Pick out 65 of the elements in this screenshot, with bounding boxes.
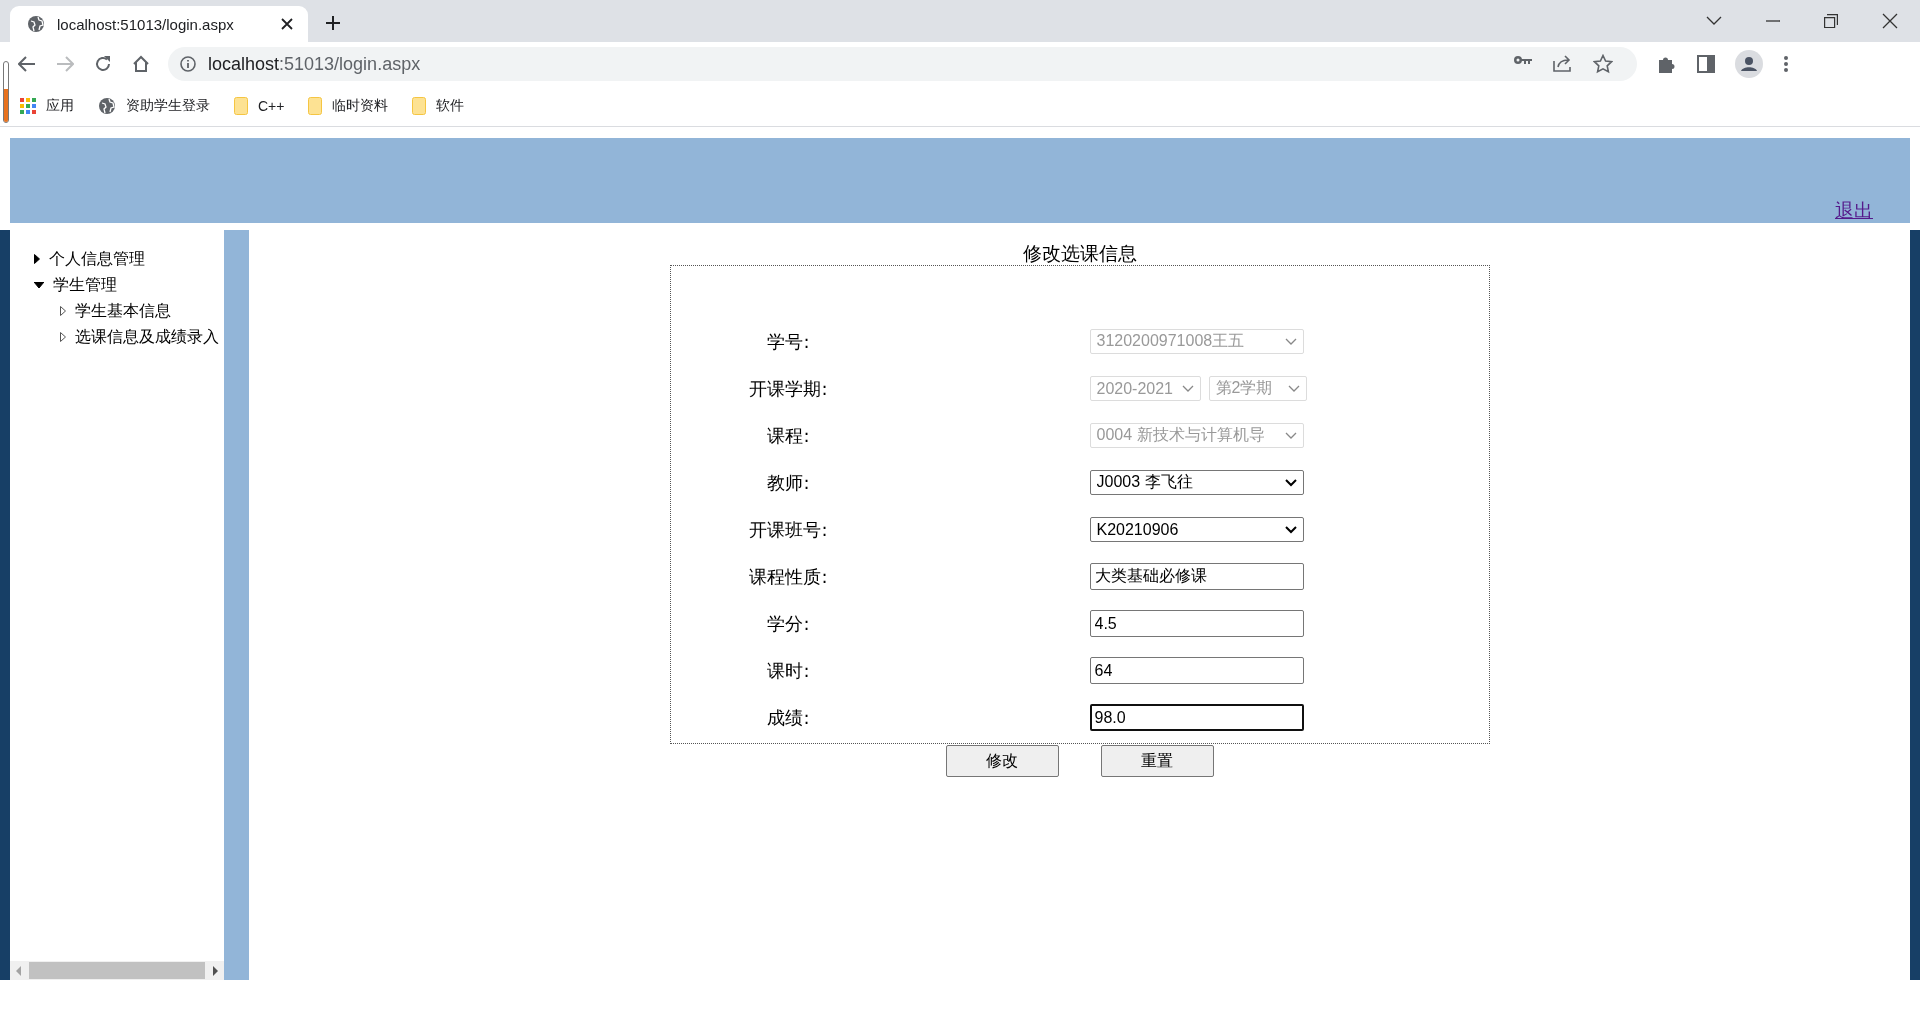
close-icon[interactable] [280,17,294,31]
key-icon[interactable] [1513,54,1533,66]
form-button[interactable]: 重置 [1100,745,1214,777]
reload-icon[interactable] [94,55,112,73]
dropdown[interactable]: J0003 李飞往 [1089,470,1304,495]
scroll-right-icon[interactable] [213,965,218,976]
text-field[interactable]: 64 [1089,657,1304,684]
horizontal-scrollbar[interactable] [10,961,224,980]
caret-icon [1284,431,1297,440]
field-label: 课程: [766,423,811,448]
side-panel-icon[interactable] [1697,55,1715,73]
field-label: 成绩: [766,705,811,730]
folder-icon [412,97,427,115]
scroll-handle-icon [3,61,9,123]
star-icon[interactable] [1593,54,1613,74]
field-label: 开课学期: [748,376,829,401]
chevron-down-icon[interactable] [1706,16,1722,26]
caret-icon [1181,384,1194,393]
plus-icon[interactable] [324,14,342,32]
bookmark[interactable]: 应用 [18,92,76,120]
folder-icon [234,97,248,115]
collapsed-triangle-icon[interactable] [34,254,40,264]
caret-icon [1284,337,1297,346]
expanded-triangle-icon[interactable] [34,282,44,288]
text-field[interactable]: 4.5 [1089,610,1304,637]
text-field[interactable]: 98.0 [1089,704,1304,731]
tree-item[interactable]: 个人信息管理 [49,248,145,270]
field-label: 教师: [766,470,811,495]
dropdown[interactable]: K20210906 [1089,517,1304,542]
bookmark[interactable]: 软件 [410,92,467,120]
globe-icon [27,15,45,33]
share-icon[interactable] [1553,54,1573,72]
caret-icon [1284,478,1297,487]
back-arrow-icon[interactable] [18,56,36,72]
field-label: 学分: [766,611,811,636]
field-label: 课程性质: [748,564,829,589]
globe-icon [98,97,116,115]
address-bar[interactable]: localhost:51013/login.aspx [168,47,1637,81]
tree-item[interactable]: 学生管理 [53,274,117,296]
bookmark[interactable]: C++ [232,92,287,120]
profile-avatar-icon[interactable] [1735,50,1763,78]
field-label: 学号: [766,329,811,354]
field-label: 开课班号: [748,517,829,542]
menu-icon[interactable] [1783,55,1789,73]
tree-item[interactable]: 选课信息及成绩录入 [75,326,219,348]
collapsed-triangle-icon[interactable] [60,332,66,342]
form-title: 修改选课信息 [1022,241,1137,265]
apps-grid-icon [20,98,36,114]
bookmark[interactable]: 资助学生登录 [96,92,212,120]
folder-icon [308,97,323,115]
info-icon[interactable] [180,56,196,72]
url-text: localhost:51013/login.aspx [208,53,422,75]
browser-tab[interactable]: localhost:51013/login.aspx [10,6,308,42]
logout-link[interactable]: 退出 [1835,198,1873,224]
text-field[interactable]: 大类基础必修课 [1089,563,1304,590]
home-icon[interactable] [132,55,150,73]
bookmark[interactable]: 临时资料 [306,92,391,120]
tree-item[interactable]: 学生基本信息 [75,300,171,322]
close-icon[interactable] [1882,13,1898,29]
collapsed-triangle-icon[interactable] [60,306,66,316]
restore-icon[interactable] [1824,14,1838,28]
caret-icon [1287,384,1300,393]
field-label: 课时: [766,658,811,683]
form-button[interactable]: 修改 [945,745,1059,777]
caret-icon [1284,525,1297,534]
